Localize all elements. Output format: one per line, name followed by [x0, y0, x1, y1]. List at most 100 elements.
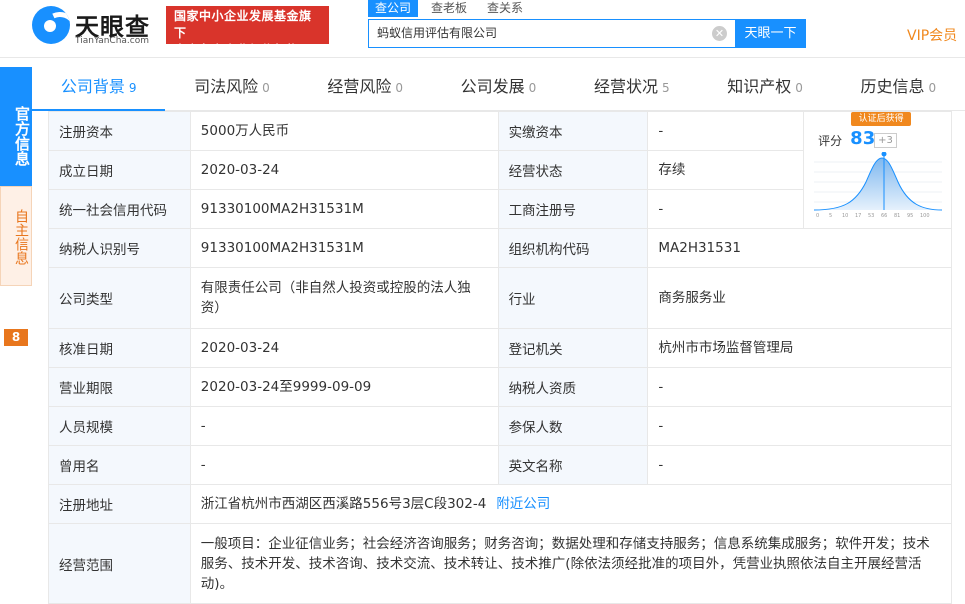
field-value: 有限责任公司（非自然人投资或控股的法人独资） [189, 267, 499, 329]
field-label: 注册资本 [48, 111, 191, 151]
nav-label: 历史信息 [860, 77, 925, 96]
side-tabs: 官方信息 自主信息 8 [0, 67, 32, 601]
field-label: 营业期限 [48, 367, 191, 407]
table-row: 注册地址 浙江省杭州市西湖区西溪路556号3层C段302-4 附近公司 [48, 484, 953, 524]
nav-business-risk[interactable]: 经营风险 0 [299, 63, 432, 110]
nav-company-background[interactable]: 公司背景 9 [32, 63, 166, 111]
nav-label: 经营风险 [327, 77, 392, 96]
field-label: 工商注册号 [497, 189, 649, 229]
table-row: 注册资本 5000万人民币 实缴资本 - 认证后获得 评分 83 +3 0 5 [48, 111, 952, 229]
field-label: 统一社会信用代码 [48, 189, 191, 229]
field-value: - [647, 189, 805, 229]
field-value: 5000万人民币 [189, 111, 499, 151]
table-row: 公司类型 有限责任公司（非自然人投资或控股的法人独资） 行业 商务服务业 [48, 267, 952, 329]
search-tab-boss[interactable]: 查老板 [424, 0, 474, 17]
logo[interactable]: 天眼查 TianYanCha.com [32, 6, 160, 46]
search-input[interactable]: 蚂蚁信用评估有限公司 [368, 19, 735, 48]
field-value: 2020-03-24 [189, 150, 499, 190]
field-label: 纳税人资质 [497, 367, 649, 407]
field-value: 商务服务业 [647, 267, 952, 329]
badge-line-2: 官方备案企业征信机构 [174, 43, 300, 57]
nav-label: 公司背景 [60, 77, 125, 96]
search-button[interactable]: 天眼一下 [735, 19, 806, 48]
score-panel[interactable]: 认证后获得 评分 83 +3 0 5 10 17 53 66 81 95 100 [803, 111, 952, 229]
address-value: 浙江省杭州市西湖区西溪路556号3层C段302-4 [200, 496, 487, 512]
field-value: 91330100MA2H31531M [189, 228, 499, 268]
field-value: - [189, 406, 499, 446]
field-label: 实缴资本 [497, 111, 649, 151]
table-row: 人员规模 - 参保人数 - [48, 406, 952, 446]
nearby-companies-link[interactable]: 附近公司 [496, 496, 550, 512]
nav-count: 9 [128, 81, 137, 95]
field-value: 2020-03-24至9999-09-09 [189, 367, 499, 407]
nav-history[interactable]: 历史信息 0 [832, 63, 965, 110]
nav-development[interactable]: 公司发展 0 [432, 63, 565, 110]
self-info-count-badge: 8 [4, 329, 28, 346]
cert-badge: 认证后获得 [851, 112, 912, 126]
nav-count: 0 [395, 81, 404, 95]
nav-legal-risk[interactable]: 司法风险 0 [165, 63, 298, 110]
field-label: 经营状态 [497, 150, 649, 190]
table-row: 核准日期 2020-03-24 登记机关 杭州市市场监督管理局 [48, 328, 952, 368]
nav-label: 司法风险 [194, 77, 259, 96]
field-label: 核准日期 [48, 328, 191, 368]
field-label: 曾用名 [48, 445, 191, 485]
score-plus: +3 [874, 133, 897, 148]
field-label: 登记机关 [497, 328, 649, 368]
field-value: MA2H31531 [647, 228, 952, 268]
section-nav: 公司背景 9 司法风险 0 经营风险 0 公司发展 0 经营状况 5 知识产权 0 历史信息… [32, 63, 965, 111]
tick-label: 81 [894, 213, 900, 218]
eye-logo-icon [32, 6, 70, 44]
search-area: 查公司 查老板 查关系 蚂蚁信用评估有限公司 ✕ 天眼一下 [368, 0, 808, 50]
logo-domain: TianYanCha.com [75, 36, 150, 46]
nav-operations[interactable]: 经营状况 5 [565, 63, 698, 110]
score-label: 评分 [818, 134, 843, 148]
tick-label: 95 [907, 213, 913, 218]
search-tabs: 查公司 查老板 查关系 [368, 0, 536, 17]
field-value: - [189, 445, 499, 485]
address-cell: 浙江省杭州市西湖区西溪路556号3层C段302-4 附近公司 [189, 484, 953, 524]
vip-link[interactable]: VIP会员 [907, 25, 957, 45]
field-value: 91330100MA2H31531M [189, 189, 499, 229]
search-tab-relation[interactable]: 查关系 [480, 0, 530, 17]
field-label: 参保人数 [497, 406, 649, 446]
field-value: 存续 [647, 150, 805, 190]
field-label: 经营范围 [48, 523, 191, 604]
tick-label: 5 [829, 213, 832, 218]
field-label: 成立日期 [48, 150, 191, 190]
field-label: 公司类型 [48, 267, 191, 329]
nav-label: 经营状况 [593, 77, 658, 96]
official-badge: 国家中小企业发展基金旗下 官方备案企业征信机构 [166, 6, 329, 57]
business-scope-value: 一般项目：企业征信业务；社会经济咨询服务；财务咨询；数据处理和存储支持服务；信息… [189, 523, 953, 604]
field-label: 组织机构代码 [497, 228, 649, 268]
nav-label: 公司发展 [460, 77, 525, 96]
tick-label: 53 [868, 213, 874, 218]
table-row: 经营范围 一般项目：企业征信业务；社会经济咨询服务；财务咨询；数据处理和存储支持… [48, 523, 953, 604]
badge-line-1: 国家中小企业发展基金旗下 [174, 9, 312, 40]
side-tab-official[interactable]: 官方信息 [0, 67, 32, 186]
tick-label: 0 [816, 213, 819, 218]
field-label: 注册地址 [48, 484, 191, 524]
side-tab-self[interactable]: 自主信息 [0, 186, 32, 286]
tick-label: 17 [855, 213, 861, 218]
clear-icon[interactable]: ✕ [712, 26, 727, 41]
field-value: 杭州市市场监督管理局 [647, 328, 952, 368]
top-header: 天眼查 TianYanCha.com 国家中小企业发展基金旗下 官方备案企业征信… [0, 0, 965, 58]
tick-label: 66 [881, 213, 887, 218]
nav-label: 知识产权 [727, 77, 792, 96]
search-tab-company[interactable]: 查公司 [368, 0, 419, 17]
field-value: - [647, 111, 805, 151]
score-marker-dot [881, 152, 887, 157]
field-label: 人员规模 [48, 406, 191, 446]
nav-count: 0 [795, 81, 803, 95]
field-value: 2020-03-24 [189, 328, 499, 368]
nav-count: 0 [528, 81, 537, 95]
field-label: 英文名称 [497, 445, 649, 485]
field-label: 纳税人识别号 [48, 228, 191, 268]
score-value: 83 [850, 128, 876, 149]
score-distribution-chart: 0 5 10 17 53 66 81 95 100 [814, 152, 943, 218]
nav-ip[interactable]: 知识产权 0 [698, 63, 831, 110]
nav-count: 5 [661, 81, 670, 95]
x-ticks: 0 5 10 17 53 66 81 95 100 [816, 213, 930, 218]
nav-count: 0 [928, 81, 937, 95]
